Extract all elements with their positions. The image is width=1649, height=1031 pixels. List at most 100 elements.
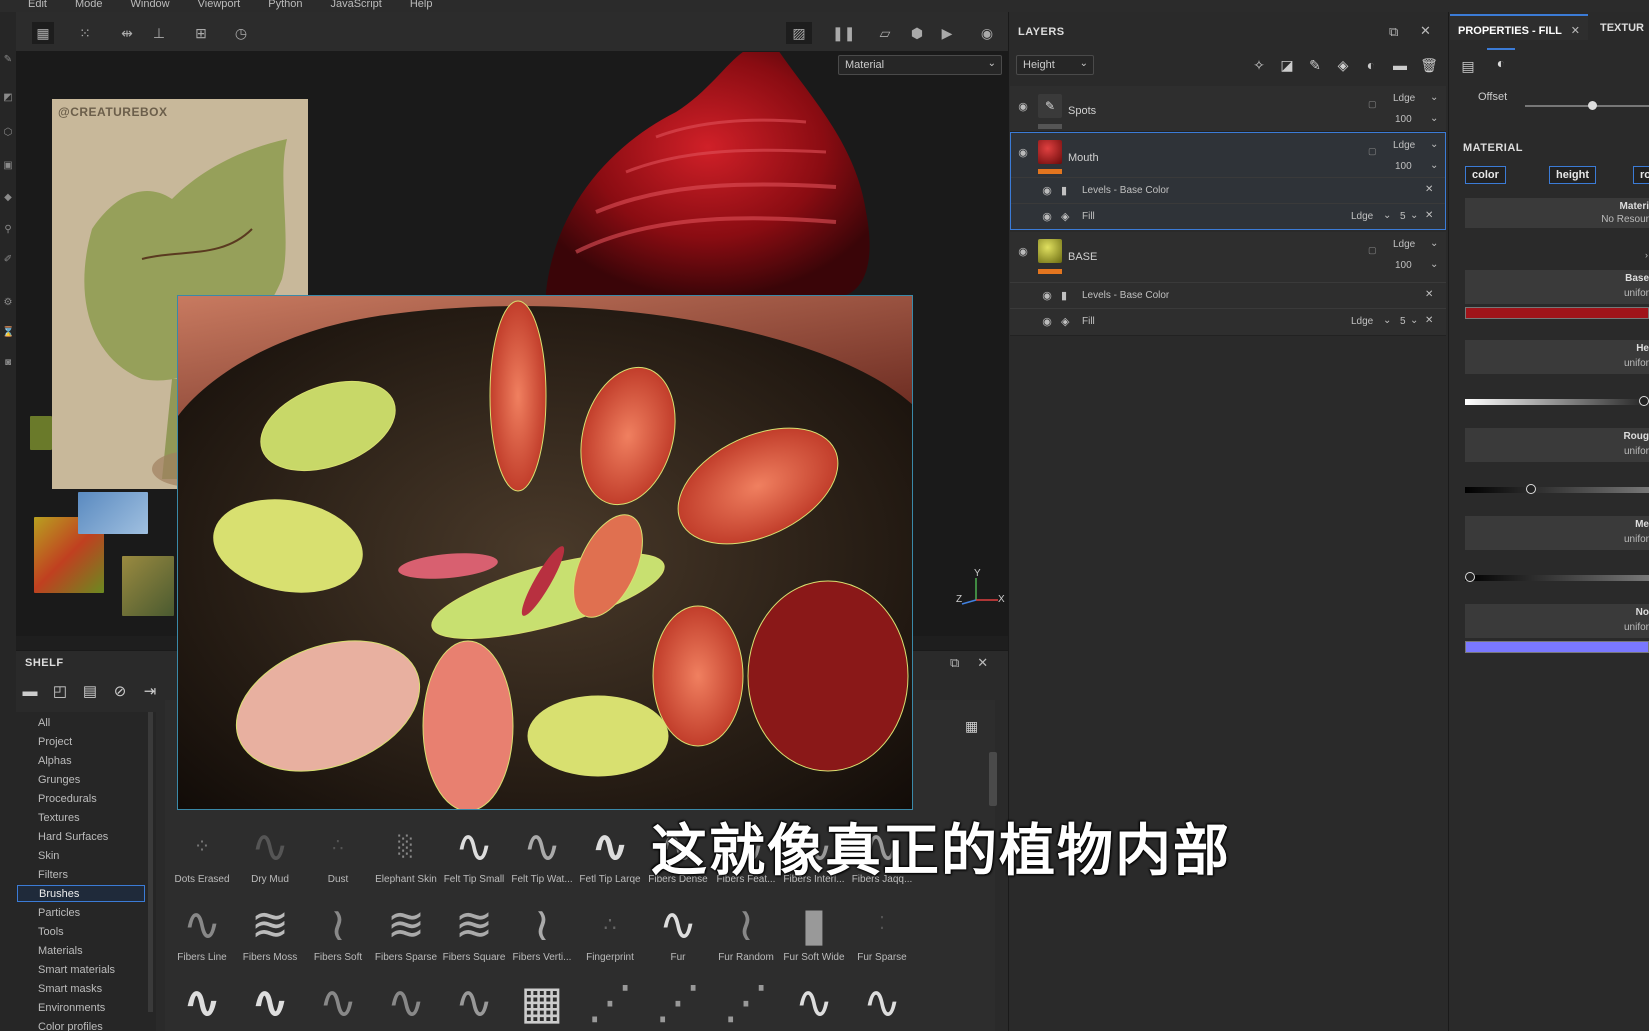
effect-row-levels[interactable]: ◉ ▮ Levels - Base Color ✕ (1011, 177, 1445, 203)
close-icon[interactable]: ✕ (977, 655, 988, 671)
normal-field[interactable]: No unifor (1465, 604, 1649, 638)
blend-mode[interactable]: Ldge (1351, 316, 1373, 327)
menu-python[interactable]: Python (268, 0, 302, 12)
brush-item[interactable]: ∿ (305, 974, 371, 1031)
brush-item[interactable]: ∿ Fibers Line (169, 896, 235, 974)
category-smart-masks[interactable]: Smart masks (38, 981, 102, 998)
base-color-swatch[interactable] (1465, 307, 1649, 319)
brush-item[interactable]: ≀ Fibers Soft (305, 896, 371, 974)
reference-thumb[interactable] (122, 556, 174, 616)
blend-mode[interactable]: Ldge (1393, 140, 1415, 151)
brush-item[interactable]: ≀ Fibers Verti... (509, 896, 575, 974)
brush-item[interactable]: ∿ Felt Tip Small (441, 818, 507, 896)
clone-tool-icon[interactable]: ⚲ (2, 224, 14, 236)
3d-view-icon[interactable]: ⬢ (906, 22, 928, 44)
mask-slot-icon[interactable]: ▢ (1368, 146, 1377, 157)
menu-viewport[interactable]: Viewport (198, 0, 241, 12)
screenshot-camera-icon[interactable]: ◉ (976, 22, 998, 44)
category-materials[interactable]: Materials (38, 943, 83, 960)
category-alphas[interactable]: Alphas (38, 753, 72, 770)
offset-slider[interactable] (1525, 101, 1649, 110)
category-smart-materials[interactable]: Smart materials (38, 962, 115, 979)
visibility-eye-icon[interactable]: ◉ (1015, 101, 1031, 113)
save-icon[interactable]: ▤ (80, 682, 100, 702)
brush-item[interactable]: ≀ Fur Random (713, 896, 779, 974)
visibility-eye-icon[interactable]: ◉ (1015, 147, 1031, 159)
remove-effect-icon[interactable]: ✕ (1425, 289, 1433, 300)
category-scrollbar[interactable] (148, 712, 153, 1012)
brush-item[interactable]: ▦ (509, 974, 575, 1031)
import-icon[interactable]: ⇥ (140, 682, 160, 702)
hide-icon[interactable]: ⊘ (110, 682, 130, 702)
normal-color-swatch[interactable] (1465, 641, 1649, 653)
blend-mode[interactable]: Ldge (1393, 93, 1415, 104)
settings-icon[interactable]: ⚙ (2, 297, 14, 309)
brush-item[interactable]: ∿ (169, 974, 235, 1031)
brush-item[interactable]: ≋ Fibers Sparse (373, 896, 439, 974)
reference-thumb[interactable] (30, 416, 52, 450)
category-particles[interactable]: Particles (38, 905, 80, 922)
maximize-icon[interactable]: ⧉ (950, 655, 959, 671)
brush-item[interactable]: ∿ Fur (645, 896, 711, 974)
fill-settings-icon[interactable]: ▤ (1457, 55, 1479, 77)
align-icon[interactable]: ⊥ (148, 22, 170, 44)
history-icon[interactable]: ◷ (230, 22, 252, 44)
metallic-slider[interactable] (1465, 572, 1649, 582)
mask-icon[interactable]: ◐ (1362, 56, 1380, 74)
category-tools[interactable]: Tools (38, 924, 64, 941)
pause-icon[interactable]: ❚❚ (832, 22, 855, 44)
brush-grid-scrollbar[interactable] (989, 752, 997, 806)
brush-item[interactable]: ∿ Fetl Tip Larqe (577, 818, 643, 896)
visibility-eye-icon[interactable]: ◉ (1039, 316, 1055, 328)
base-color-field[interactable]: Base unifor (1465, 270, 1649, 304)
folder-icon[interactable]: ▬ (20, 682, 40, 702)
brush-item[interactable]: ∴ Fingerprint (577, 896, 643, 974)
folder-icon[interactable]: ▬ (1391, 56, 1409, 74)
projection-tool-icon[interactable]: ⬡ (2, 127, 14, 139)
layer-row-mouth[interactable]: ◉ Mouth ▢ Ldge ⌄ 100 ⌄ ◉ ▮ Levels - Base… (1010, 132, 1446, 230)
channel-toggle-roughness[interactable]: ro (1633, 166, 1649, 184)
effect-row-levels[interactable]: ◉ ▮ Levels - Base Color ✕ (1010, 282, 1446, 308)
remove-effect-icon[interactable]: ✕ (1425, 315, 1433, 326)
effect-opacity[interactable]: 5 (1400, 316, 1406, 327)
effect-opacity[interactable]: 5 (1400, 211, 1406, 222)
remove-effect-icon[interactable]: ✕ (1425, 210, 1433, 221)
channel-select[interactable]: Height ⌄ (1016, 55, 1094, 75)
paint-tool-icon[interactable]: ✎ (2, 54, 14, 66)
channel-toggle-height[interactable]: height (1549, 166, 1596, 184)
category-hard-surfaces[interactable]: Hard Surfaces (38, 829, 108, 846)
category-all[interactable]: All (38, 715, 50, 732)
grid-view-icon[interactable]: ▦ (965, 719, 979, 733)
opacity-value[interactable]: 100 (1395, 161, 1412, 172)
visibility-eye-icon[interactable]: ◉ (1015, 246, 1031, 258)
brush-item[interactable]: ⁘ Dots Erased (169, 818, 235, 896)
material-select[interactable]: Material ⌄ (838, 55, 1002, 75)
category-brushes[interactable]: Brushes (17, 885, 145, 902)
blend-mode[interactable]: Ldge (1351, 211, 1373, 222)
brush-item[interactable]: ⋰ (577, 974, 643, 1031)
roughness-slider-knob[interactable] (1525, 484, 1536, 494)
brush-item[interactable]: ≋ Fibers Moss (237, 896, 303, 974)
picker-tool-icon[interactable]: ✐ (2, 254, 14, 266)
channel-toggle-color[interactable]: color (1465, 166, 1506, 184)
layer-row-spots[interactable]: ◉ ✎ Spots ▢ Ldge ⌄ 100 ⌄ (1010, 86, 1446, 132)
menu-help[interactable]: Help (410, 0, 433, 12)
category-grunges[interactable]: Grunges (38, 772, 80, 789)
grid-toggle-icon[interactable]: ▦ (32, 22, 54, 44)
brush-item[interactable]: ⋰ (713, 974, 779, 1031)
mask-slot-icon[interactable]: ▢ (1368, 99, 1377, 110)
category-color-profiles[interactable]: Color profiles (38, 1019, 103, 1031)
visibility-eye-icon[interactable]: ◉ (1039, 290, 1055, 302)
brush-item[interactable]: ∴ Dust (305, 818, 371, 896)
brush-item[interactable]: ∿ Felt Tip Wat... (509, 818, 575, 896)
height-field[interactable]: He unifor (1465, 340, 1649, 374)
opacity-value[interactable]: 100 (1395, 114, 1412, 125)
effect-row-fill[interactable]: ◉ ◈ Fill Ldge ⌄ 5 ⌄ ✕ (1010, 308, 1446, 334)
category-procedurals[interactable]: Procedurals (38, 791, 97, 808)
add-effect-icon[interactable]: ◪ (1278, 56, 1296, 74)
remove-effect-icon[interactable]: ✕ (1425, 184, 1433, 195)
brush-item[interactable]: ░ Elephant Skin (373, 818, 439, 896)
dots-grid-icon[interactable]: ⁙ (74, 22, 96, 44)
brush-item[interactable]: ∿ (849, 974, 915, 1031)
visibility-eye-icon[interactable]: ◉ (1039, 185, 1055, 197)
